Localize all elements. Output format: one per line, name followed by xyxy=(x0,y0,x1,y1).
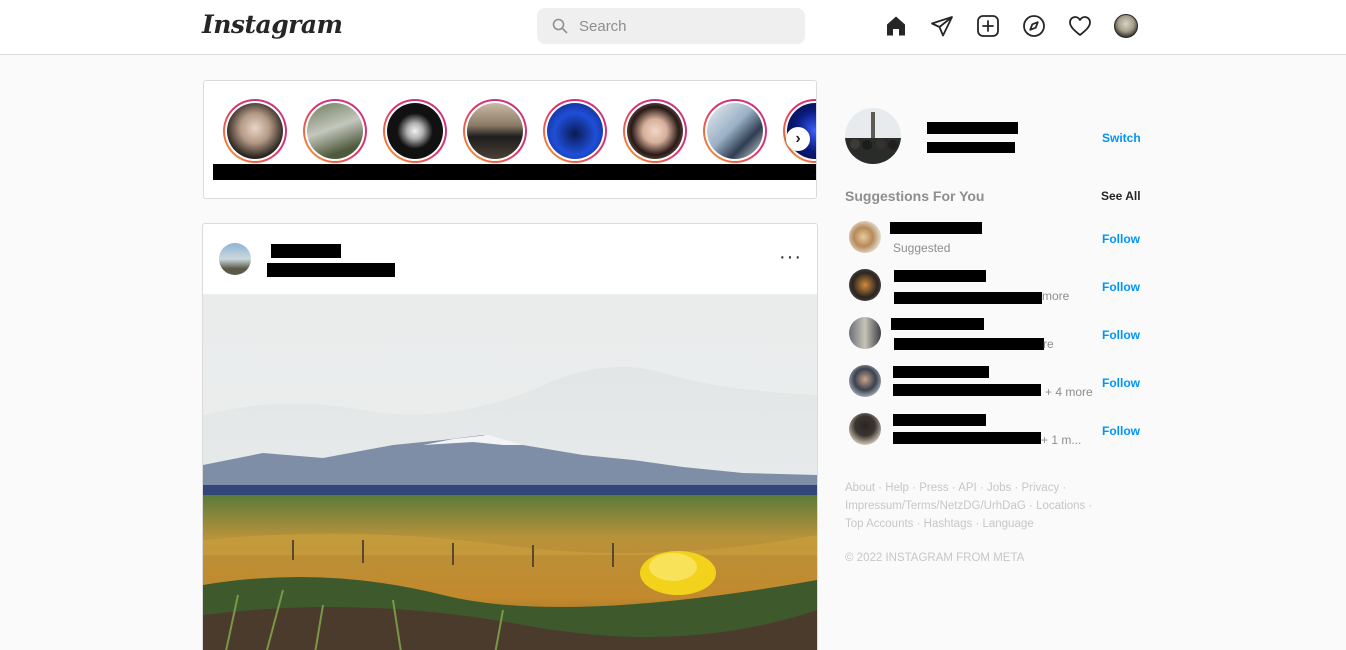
story-avatar[interactable] xyxy=(543,99,607,163)
suggestion-subtitle: more xyxy=(1042,289,1070,303)
suggestion-avatar[interactable] xyxy=(849,221,881,253)
story-usernames-redacted xyxy=(213,164,816,180)
follow-button[interactable]: Follow xyxy=(1102,424,1140,438)
suggestion-subtitle: + 1 m... xyxy=(1041,433,1082,447)
post-author-avatar[interactable] xyxy=(219,243,251,275)
footer-link-about[interactable]: About xyxy=(845,482,875,494)
suggestion-username-redacted[interactable] xyxy=(894,270,986,282)
top-navigation-bar: Instagram xyxy=(0,0,1346,55)
footer-links: About · Help · Press · API · Jobs · Priv… xyxy=(845,482,1093,530)
follow-button[interactable]: Follow xyxy=(1102,328,1140,342)
footer-link-api[interactable]: API xyxy=(958,482,977,494)
suggestion-avatar[interactable] xyxy=(849,269,881,301)
post-header: ··· xyxy=(203,224,817,295)
switch-account-button[interactable]: Switch xyxy=(1102,131,1141,145)
explore-icon[interactable] xyxy=(1022,14,1046,38)
suggestion-followers-redacted xyxy=(893,432,1041,444)
suggestion-username-redacted[interactable] xyxy=(891,318,984,330)
post-location-redacted[interactable] xyxy=(267,263,395,277)
suggestion-avatar[interactable] xyxy=(849,365,881,397)
suggestion-avatar[interactable] xyxy=(849,413,881,445)
follow-button[interactable]: Follow xyxy=(1102,376,1140,390)
current-user-avatar[interactable] xyxy=(845,108,901,164)
new-post-icon[interactable] xyxy=(976,14,1000,38)
chevron-right-icon[interactable]: › xyxy=(786,127,810,151)
search-icon xyxy=(552,18,568,34)
stories-tray: › xyxy=(203,80,817,199)
footer-link-hashtags[interactable]: Hashtags xyxy=(924,518,973,530)
home-icon[interactable] xyxy=(884,14,908,38)
copyright-text: © 2022 INSTAGRAM FROM META xyxy=(845,552,1025,564)
profile-avatar[interactable] xyxy=(1114,14,1138,38)
suggestion-subtitle: + 4 more xyxy=(1045,385,1093,399)
footer-link-press[interactable]: Press xyxy=(919,482,948,494)
search-input[interactable] xyxy=(579,8,794,44)
suggestion-followers-redacted xyxy=(894,292,1042,304)
footer-link-top-accounts[interactable]: Top Accounts xyxy=(845,518,913,530)
suggestion-username-redacted[interactable] xyxy=(890,222,982,234)
search-box[interactable] xyxy=(537,8,805,44)
story-avatar[interactable] xyxy=(383,99,447,163)
story-avatar[interactable] xyxy=(463,99,527,163)
suggestion-subtitle: re xyxy=(1043,337,1054,351)
suggestion-followers-redacted xyxy=(894,338,1044,350)
current-fullname-redacted xyxy=(927,142,1015,153)
story-avatar[interactable] xyxy=(703,99,767,163)
feed-post: ··· xyxy=(202,223,818,650)
activity-heart-icon[interactable] xyxy=(1068,14,1092,38)
story-avatar[interactable] xyxy=(623,99,687,163)
follow-button[interactable]: Follow xyxy=(1102,232,1140,246)
suggestion-followers-redacted xyxy=(893,384,1041,396)
post-author-username-redacted[interactable] xyxy=(271,244,341,258)
suggestion-avatar[interactable] xyxy=(849,317,881,349)
direct-message-icon[interactable] xyxy=(930,14,954,38)
more-options-icon[interactable]: ··· xyxy=(779,246,802,269)
footer-link-terms[interactable]: Impressum/Terms/NetzDG/UrhDaG xyxy=(845,500,1026,512)
story-avatar[interactable] xyxy=(303,99,367,163)
post-image[interactable] xyxy=(203,295,817,650)
footer-link-help[interactable]: Help xyxy=(885,482,909,494)
see-all-link[interactable]: See All xyxy=(1101,189,1141,203)
instagram-logo[interactable]: Instagram xyxy=(202,10,343,39)
footer-link-locations[interactable]: Locations xyxy=(1036,500,1085,512)
suggestion-subtitle: Suggested xyxy=(893,241,951,255)
suggestion-username-redacted[interactable] xyxy=(893,366,989,378)
footer-link-language[interactable]: Language xyxy=(982,518,1033,530)
suggestion-username-redacted[interactable] xyxy=(893,414,986,426)
story-avatar[interactable] xyxy=(223,99,287,163)
current-username-redacted[interactable] xyxy=(927,122,1018,134)
footer-link-privacy[interactable]: Privacy xyxy=(1022,482,1060,494)
footer-link-jobs[interactable]: Jobs xyxy=(987,482,1011,494)
suggestions-title: Suggestions For You xyxy=(845,188,985,204)
follow-button[interactable]: Follow xyxy=(1102,280,1140,294)
